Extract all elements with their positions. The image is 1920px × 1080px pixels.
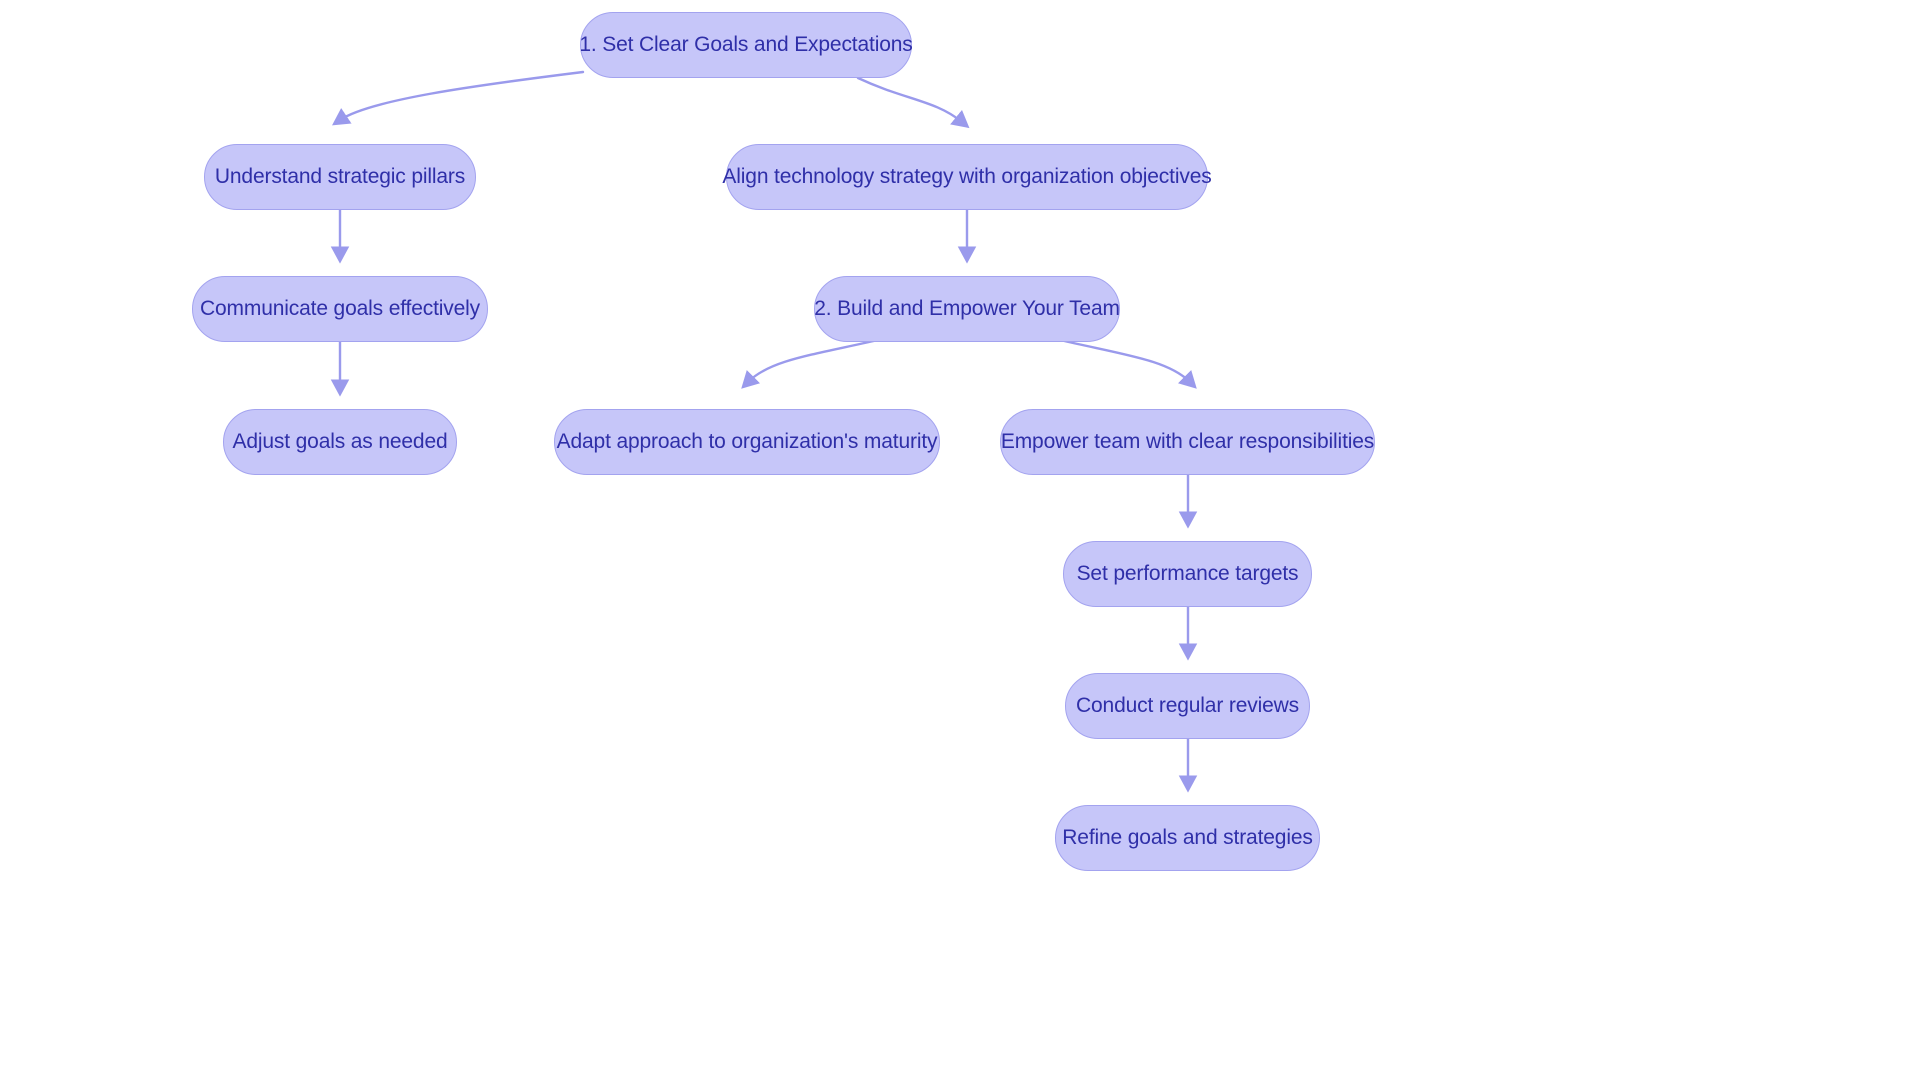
flow-edge [332, 70, 585, 126]
flow-edge [1058, 338, 1197, 389]
flow-node[interactable]: 2. Build and Empower Your Team [814, 276, 1120, 342]
flow-edge [741, 338, 880, 389]
flow-node[interactable]: Refine goals and strategies [1055, 805, 1320, 871]
flow-node-label: 2. Build and Empower Your Team [814, 297, 1120, 321]
flow-node[interactable]: Adjust goals as needed [223, 409, 457, 475]
flow-node-label: Refine goals and strategies [1062, 826, 1313, 850]
flow-node-label: Conduct regular reviews [1076, 694, 1299, 718]
flow-node[interactable]: Communicate goals effectively [192, 276, 488, 342]
flow-node-label: Understand strategic pillars [214, 165, 466, 189]
flow-node-label: 1. Set Clear Goals and Expectations [579, 33, 913, 57]
flow-node-label: Communicate goals effectively [199, 297, 481, 321]
flow-node-label: Adjust goals as needed [232, 430, 448, 454]
flow-node[interactable]: 1. Set Clear Goals and Expectations [579, 12, 913, 78]
flow-node[interactable]: Align technology strategy with organizat… [722, 144, 1212, 210]
flow-node[interactable]: Empower team with clear responsibilities [1000, 409, 1375, 475]
flow-node-label: Set performance targets [1076, 562, 1299, 586]
flow-node[interactable]: Understand strategic pillars [204, 144, 476, 210]
flow-node[interactable]: Set performance targets [1063, 541, 1312, 607]
flow-node[interactable]: Conduct regular reviews [1065, 673, 1310, 739]
flow-edge [856, 76, 970, 129]
flow-node-label: Adapt approach to organization's maturit… [556, 430, 938, 454]
flow-node[interactable]: Adapt approach to organization's maturit… [554, 409, 940, 475]
flowchart-canvas: 1. Set Clear Goals and Expectations Under… [0, 0, 1920, 1080]
flow-node-label: Empower team with clear responsibilities [1000, 430, 1375, 454]
flow-node-label: Align technology strategy with organizat… [722, 165, 1212, 189]
